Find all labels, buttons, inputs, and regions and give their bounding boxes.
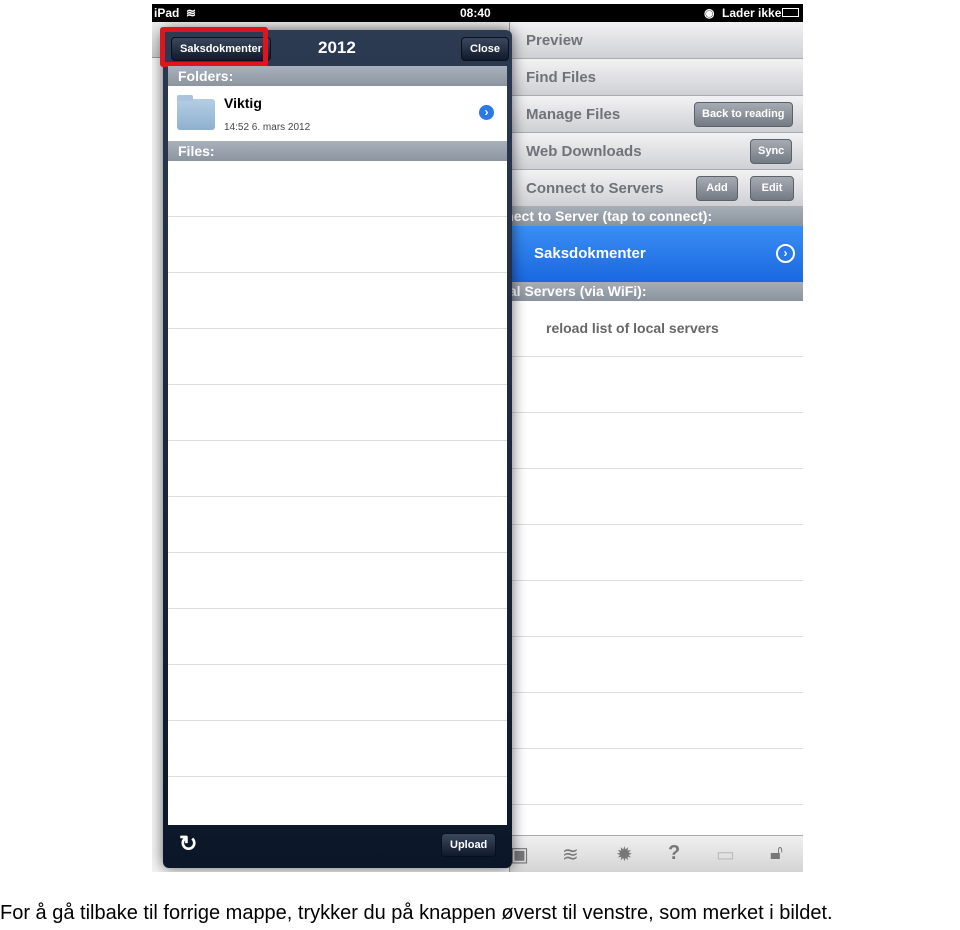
help-icon[interactable]: ? — [668, 842, 680, 865]
upload-button[interactable]: Upload — [441, 833, 497, 857]
status-bar: iPad ≋ 08:40 ◉ Lader ikke — [152, 4, 803, 22]
battery-text: Lader ikke — [722, 6, 782, 20]
menu-label: Web Downloads — [526, 143, 642, 160]
edit-button[interactable]: Edit — [750, 176, 794, 201]
menu-label: Manage Files — [526, 106, 621, 123]
popover-nav-bar: Saksdokmenter 2012 Close — [160, 27, 512, 67]
menu-manage-files[interactable]: Manage Files Back to reading — [510, 96, 803, 133]
device-name: iPad — [154, 6, 180, 20]
back-to-reading-button[interactable]: Back to reading — [694, 102, 793, 127]
server-label: Saksdokmenter — [534, 245, 646, 262]
list-item — [510, 693, 803, 749]
list-item — [168, 609, 507, 665]
sync-button[interactable]: Sync — [750, 139, 793, 164]
menu-preview[interactable]: Preview — [510, 22, 803, 59]
add-button[interactable]: Add — [696, 176, 738, 201]
monitor-icon[interactable]: ▭ — [716, 842, 735, 867]
menu-label: Preview — [526, 32, 583, 49]
list-item — [168, 777, 507, 825]
menu-web-downloads[interactable]: Web Downloads Sync — [510, 133, 803, 170]
battery-icon — [782, 8, 799, 17]
popover-title: 2012 — [318, 38, 356, 57]
folder-popover: Saksdokmenter 2012 Close Folders: Viktig… — [160, 27, 512, 868]
folder-row-viktig[interactable]: Viktig 14:52 6. mars 2012 › — [168, 86, 507, 141]
reload-local-servers[interactable]: reload list of local servers — [510, 301, 803, 357]
rotation-lock-icon: ◉ — [704, 6, 715, 20]
folders-header: Folders: — [168, 66, 507, 86]
menu-find-files[interactable]: Find Files — [510, 59, 803, 96]
wifi-icon[interactable]: ≋ — [562, 842, 579, 867]
folder-date: 14:52 6. mars 2012 — [224, 122, 311, 133]
highlight-box — [160, 27, 268, 67]
disclosure-icon[interactable]: › — [776, 244, 795, 263]
menu-label: Find Files — [526, 69, 597, 86]
wifi-icon: ≋ — [186, 6, 197, 20]
bottom-toolbar: ▣ ≋ ✹ ? ▭ 🔓︎ — [510, 835, 803, 872]
menu-connect-servers[interactable]: Connect to Servers Add Edit — [510, 170, 803, 207]
reload-label: reload list of local servers — [546, 320, 719, 336]
close-button[interactable]: Close — [461, 37, 509, 61]
clock: 08:40 — [460, 6, 491, 20]
folder-icon — [177, 95, 215, 130]
list-item — [168, 329, 507, 385]
gear-icon[interactable]: ✹ — [616, 842, 633, 867]
list-item — [168, 497, 507, 553]
server-saksdokmenter[interactable]: Saksdokmenter › — [510, 226, 803, 282]
menu-label: Connect to Servers — [526, 180, 664, 197]
popover-toolbar: ↻ Upload — [163, 825, 512, 868]
refresh-icon[interactable]: ↻ — [179, 831, 197, 857]
files-header: Files: — [168, 141, 507, 161]
list-item — [168, 553, 507, 609]
list-item — [510, 525, 803, 581]
list-item — [510, 749, 803, 805]
list-item — [510, 357, 803, 413]
unlock-icon[interactable]: 🔓︎ — [770, 842, 783, 865]
ipad-screenshot: iPad ≋ 08:40 ◉ Lader ikke Preview Find F… — [152, 4, 803, 872]
local-servers-header: Local Servers (via WiFi): — [484, 282, 803, 301]
list-item — [168, 441, 507, 497]
list-item — [168, 273, 507, 329]
list-item — [168, 161, 507, 217]
list-item — [510, 413, 803, 469]
camera-icon[interactable]: ▣ — [510, 842, 529, 867]
list-item — [510, 637, 803, 693]
list-item — [168, 721, 507, 777]
caption: For å gå tilbake til forrige mappe, tryk… — [0, 902, 833, 924]
list-item — [168, 217, 507, 273]
list-item — [510, 469, 803, 525]
list-item — [510, 581, 803, 637]
list-item — [168, 385, 507, 441]
folder-name: Viktig — [224, 95, 262, 111]
right-pane: Preview Find Files Manage Files Back to … — [478, 22, 803, 872]
disclosure-icon[interactable]: › — [477, 103, 496, 122]
file-list: Folders: Viktig 14:52 6. mars 2012 › Fil… — [168, 66, 507, 825]
list-item — [168, 665, 507, 721]
connect-header: Connect to Server (tap to connect): — [478, 207, 803, 226]
